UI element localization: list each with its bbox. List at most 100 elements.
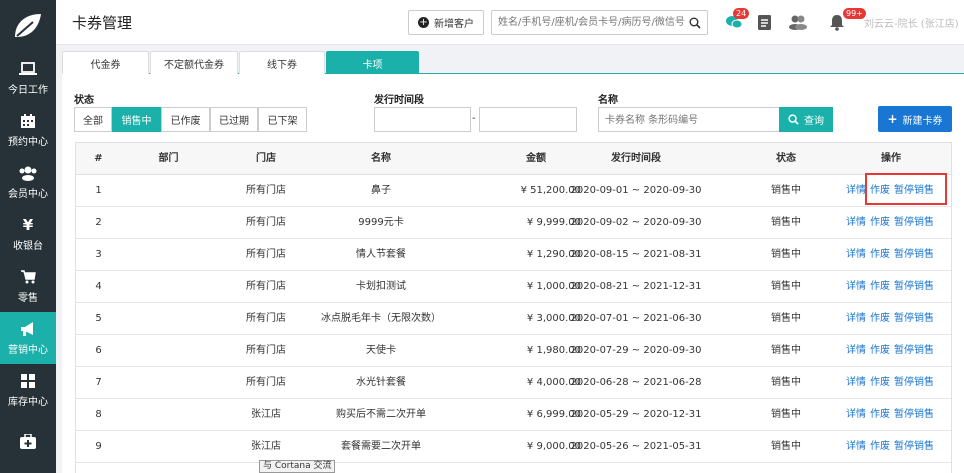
megaphone-icon xyxy=(19,320,37,338)
table-row: 6 所有门店 天使卡 ¥ 1,980.00 2020-07-29 ~ 2020-09-3… xyxy=(76,335,951,367)
row-index: 7 xyxy=(95,377,102,388)
void-link[interactable]: 作废 xyxy=(870,313,890,324)
pause-sale-link[interactable]: 暂停销售 xyxy=(894,345,934,356)
team-icon[interactable] xyxy=(788,12,808,32)
user-name[interactable]: 刘云云-院长 (张江店) xyxy=(864,15,959,30)
row-name: 水光针套餐 xyxy=(356,377,406,388)
col-actions: 操作 xyxy=(881,153,901,164)
sidebar-item-5[interactable]: 营销中心 xyxy=(0,312,56,364)
row-actions: 详情 作废 暂停销售 xyxy=(846,367,938,399)
query-button[interactable]: 查询 xyxy=(779,107,833,132)
sidebar-item-3[interactable]: ¥ 收银台 xyxy=(0,208,56,260)
row-name: 套餐需要二次开单 xyxy=(341,441,421,452)
medkit-icon xyxy=(19,433,37,451)
row-department xyxy=(126,335,211,367)
pause-sale-link[interactable]: 暂停销售 xyxy=(894,313,934,324)
customer-search-input[interactable] xyxy=(498,14,688,31)
row-actions: 详情 作废 暂停销售 xyxy=(846,431,938,463)
detail-link[interactable]: 详情 xyxy=(846,377,866,388)
app-logo[interactable] xyxy=(0,0,56,52)
void-link[interactable]: 作废 xyxy=(870,345,890,356)
col-period: 发行时间段 xyxy=(611,153,661,164)
search-icon[interactable] xyxy=(689,17,701,29)
detail-link[interactable]: 详情 xyxy=(846,345,866,356)
void-link[interactable]: 作废 xyxy=(870,217,890,228)
detail-link[interactable]: 详情 xyxy=(846,185,866,196)
new-customer-button[interactable]: + 新增客户 xyxy=(408,10,484,35)
pause-sale-link[interactable]: 暂停销售 xyxy=(894,217,934,228)
tab-offline-coupon[interactable]: 线下券 xyxy=(239,51,325,74)
sidebar-item-7[interactable] xyxy=(0,416,56,468)
table-row: 1 所有门店 鼻子 ¥ 51,200.00 2020-09-01 ~ 2020-09-3… xyxy=(76,175,951,207)
detail-link[interactable]: 详情 xyxy=(846,281,866,292)
row-status: 销售中 xyxy=(771,217,801,228)
customer-search[interactable] xyxy=(491,10,708,35)
cart-icon xyxy=(20,268,36,286)
laptop-icon xyxy=(19,60,37,78)
row-period: 2020-09-02 ~ 2020-09-30 xyxy=(570,217,702,228)
sidebar-item-6[interactable]: 库存中心 xyxy=(0,364,56,416)
row-department xyxy=(126,367,211,399)
pause-sale-link[interactable]: 暂停销售 xyxy=(894,409,934,420)
row-period: 2020-07-01 ~ 2021-06-30 xyxy=(570,313,702,324)
detail-link[interactable]: 详情 xyxy=(846,217,866,228)
row-actions: 详情 作废 暂停销售 xyxy=(846,335,938,367)
detail-link[interactable]: 详情 xyxy=(846,441,866,452)
pause-sale-link[interactable]: 暂停销售 xyxy=(894,249,934,260)
clipboard-icon[interactable] xyxy=(755,12,775,32)
yen-icon: ¥ xyxy=(22,216,34,234)
row-index: 2 xyxy=(95,217,102,228)
row-status: 销售中 xyxy=(771,345,801,356)
sidebar-item-label: 今日工作 xyxy=(8,85,48,96)
sidebar-item-label: 营销中心 xyxy=(8,345,48,356)
status-all[interactable]: 全部 xyxy=(74,107,112,132)
void-link[interactable]: 作废 xyxy=(870,441,890,452)
detail-link[interactable]: 详情 xyxy=(846,249,866,260)
row-status: 销售中 xyxy=(771,185,801,196)
row-actions: 详情 作废 暂停销售 xyxy=(846,399,938,431)
status-on-sale[interactable]: 销售中 xyxy=(112,107,161,132)
row-department xyxy=(126,399,211,431)
row-name: 鼻子 xyxy=(371,185,391,196)
void-link[interactable]: 作废 xyxy=(870,409,890,420)
detail-link[interactable]: 详情 xyxy=(846,313,866,324)
tab-card-items[interactable]: 卡项 xyxy=(326,51,419,74)
row-status: 销售中 xyxy=(771,441,801,452)
new-customer-label: 新增客户 xyxy=(434,19,474,30)
status-voided[interactable]: 已作废 xyxy=(161,107,210,132)
pause-sale-link[interactable]: 暂停销售 xyxy=(894,281,934,292)
period-start-input[interactable] xyxy=(374,107,471,132)
period-end-input[interactable] xyxy=(479,107,577,132)
void-link[interactable]: 作废 xyxy=(870,281,890,292)
detail-link[interactable]: 详情 xyxy=(846,409,866,420)
row-index: 6 xyxy=(95,345,102,356)
table-row: 3 所有门店 情人节套餐 ¥ 1,290.00 2020-08-15 ~ 2021-08… xyxy=(76,239,951,271)
highlight-box xyxy=(865,173,947,205)
table-row: 9 张江店 套餐需要二次开单 ¥ 9,000.00 2020-05-26 ~ 2021-… xyxy=(76,431,951,463)
pause-sale-link[interactable]: 暂停销售 xyxy=(894,441,934,452)
users-icon xyxy=(18,164,38,182)
status-off-shelf[interactable]: 已下架 xyxy=(258,107,307,132)
card-name-input[interactable] xyxy=(605,112,775,128)
row-department xyxy=(126,175,211,207)
new-card-label: 新建卡券 xyxy=(902,115,943,127)
status-expired[interactable]: 已过期 xyxy=(210,107,258,132)
row-department xyxy=(126,271,211,303)
row-period: 2020-05-26 ~ 2021-05-31 xyxy=(570,441,702,452)
card-name-search[interactable] xyxy=(598,107,779,132)
pause-sale-link[interactable]: 暂停销售 xyxy=(894,377,934,388)
void-link[interactable]: 作废 xyxy=(870,377,890,388)
void-link[interactable]: 作废 xyxy=(870,249,890,260)
sidebar-item-1[interactable]: 预约中心 xyxy=(0,104,56,156)
new-card-button[interactable]: + 新建卡券 xyxy=(878,106,952,132)
sidebar-item-0[interactable]: 今日工作 xyxy=(0,52,56,104)
tab-variable-voucher[interactable]: 不定额代金券 xyxy=(150,51,238,74)
row-index: 1 xyxy=(95,185,102,196)
tab-voucher[interactable]: 代金券 xyxy=(62,51,149,74)
row-status: 销售中 xyxy=(771,281,801,292)
row-index: 8 xyxy=(95,409,102,420)
row-status: 销售中 xyxy=(771,409,801,420)
leaf-logo-icon xyxy=(15,14,41,37)
sidebar-item-4[interactable]: 零售 xyxy=(0,260,56,312)
sidebar-item-2[interactable]: 会员中心 xyxy=(0,156,56,208)
